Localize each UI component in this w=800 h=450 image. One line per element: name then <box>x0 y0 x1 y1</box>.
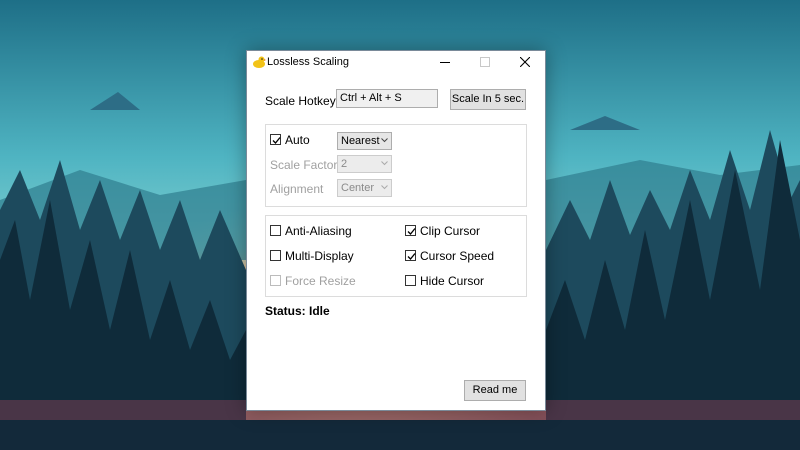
checkmark-icon <box>407 228 416 235</box>
scale-in-button[interactable]: Scale In 5 sec. <box>450 89 526 110</box>
minimize-button[interactable] <box>425 51 465 74</box>
alignment-value: Center <box>341 182 375 194</box>
maximize-button[interactable] <box>465 51 505 74</box>
scaling-mode-select[interactable]: Nearest <box>337 132 392 150</box>
scale-hotkey-label: Scale Hotkey <box>265 94 336 108</box>
scale-factor-value: 2 <box>341 158 348 170</box>
anti-aliasing-checkbox[interactable] <box>270 225 281 236</box>
auto-label: Auto <box>285 133 310 147</box>
title-bar[interactable]: Lossless Scaling <box>247 51 545 74</box>
chevron-down-icon <box>381 185 388 190</box>
cursor-speed-label: Cursor Speed <box>420 249 495 263</box>
alignment-select[interactable]: Center <box>337 179 392 197</box>
status-text: Status: Idle <box>265 304 330 318</box>
clip-cursor-label: Clip Cursor <box>420 224 481 238</box>
chevron-down-icon <box>381 138 388 143</box>
scale-factor-label: Scale Factor <box>270 158 338 172</box>
cursor-speed-checkbox[interactable] <box>405 250 416 261</box>
hotkey-input[interactable]: Ctrl + Alt + S <box>336 89 438 108</box>
close-icon <box>520 57 530 67</box>
force-resize-label: Force Resize <box>285 274 356 288</box>
multi-display-checkbox[interactable] <box>270 250 281 261</box>
app-window: Lossless Scaling Scale Hotkey Ctrl + Alt… <box>246 50 546 411</box>
scaling-mode-value: Nearest <box>341 135 380 147</box>
maximize-icon <box>480 57 490 67</box>
read-me-button[interactable]: Read me <box>464 380 526 401</box>
auto-checkbox[interactable] <box>270 134 281 145</box>
force-resize-checkbox[interactable] <box>270 275 281 286</box>
hide-cursor-checkbox[interactable] <box>405 275 416 286</box>
anti-aliasing-label: Anti-Aliasing <box>285 224 352 238</box>
chevron-down-icon <box>381 161 388 166</box>
window-title: Lossless Scaling <box>267 56 349 68</box>
checkmark-icon <box>272 137 281 144</box>
scale-factor-select[interactable]: 2 <box>337 155 392 173</box>
duck-icon <box>253 56 266 68</box>
minimize-icon <box>440 62 450 63</box>
alignment-label: Alignment <box>270 182 324 196</box>
hide-cursor-label: Hide Cursor <box>420 274 485 288</box>
multi-display-label: Multi-Display <box>285 249 354 263</box>
checkmark-icon <box>407 253 416 260</box>
clip-cursor-checkbox[interactable] <box>405 225 416 236</box>
close-button[interactable] <box>505 51 545 74</box>
